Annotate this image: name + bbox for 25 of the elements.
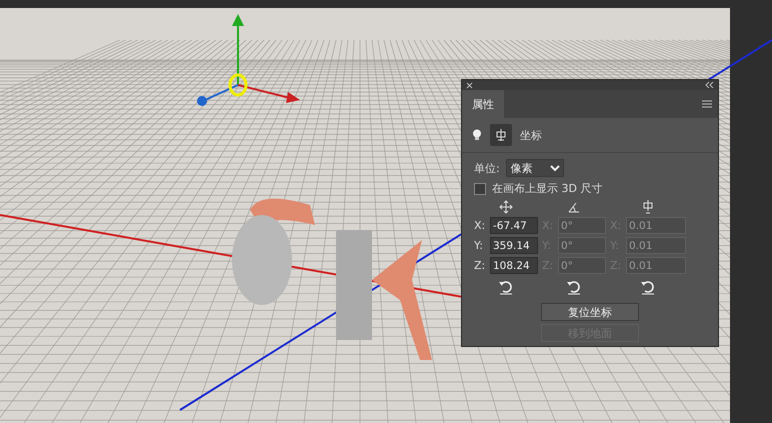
unit-dropdown[interactable]: 像素	[506, 159, 564, 177]
section-title: 坐标	[520, 128, 542, 142]
properties-tab[interactable]: 属性	[462, 90, 504, 118]
reset-icon[interactable]	[639, 279, 657, 295]
value-field[interactable]: 359.14	[490, 237, 538, 254]
light-bulb-icon[interactable]	[472, 129, 482, 141]
axis-label: Z:	[474, 259, 486, 272]
checkbox-label: 在画布上显示 3D 尺寸	[492, 181, 602, 196]
reset-icon[interactable]	[497, 279, 515, 295]
reset-icon[interactable]	[565, 279, 583, 295]
move-arrows-icon	[499, 200, 513, 214]
scale-axis-icon	[641, 200, 655, 214]
value-field[interactable]: 108.24	[490, 257, 538, 274]
unit-label: 单位:	[474, 160, 500, 176]
checkbox[interactable]	[474, 182, 486, 194]
collapse-icon[interactable]	[705, 82, 714, 88]
axis-object-icon	[495, 129, 507, 141]
close-icon[interactable]	[466, 82, 473, 88]
coordinates-mode-button[interactable]	[490, 124, 512, 146]
axis-label: X:	[474, 219, 486, 232]
menu-icon[interactable]	[702, 100, 712, 108]
axis-label: Y:	[474, 239, 484, 252]
value-field[interactable]: -67.47	[490, 217, 538, 234]
reset-coordinates-button[interactable]: 复位坐标	[541, 303, 639, 321]
angle-icon	[567, 200, 581, 214]
